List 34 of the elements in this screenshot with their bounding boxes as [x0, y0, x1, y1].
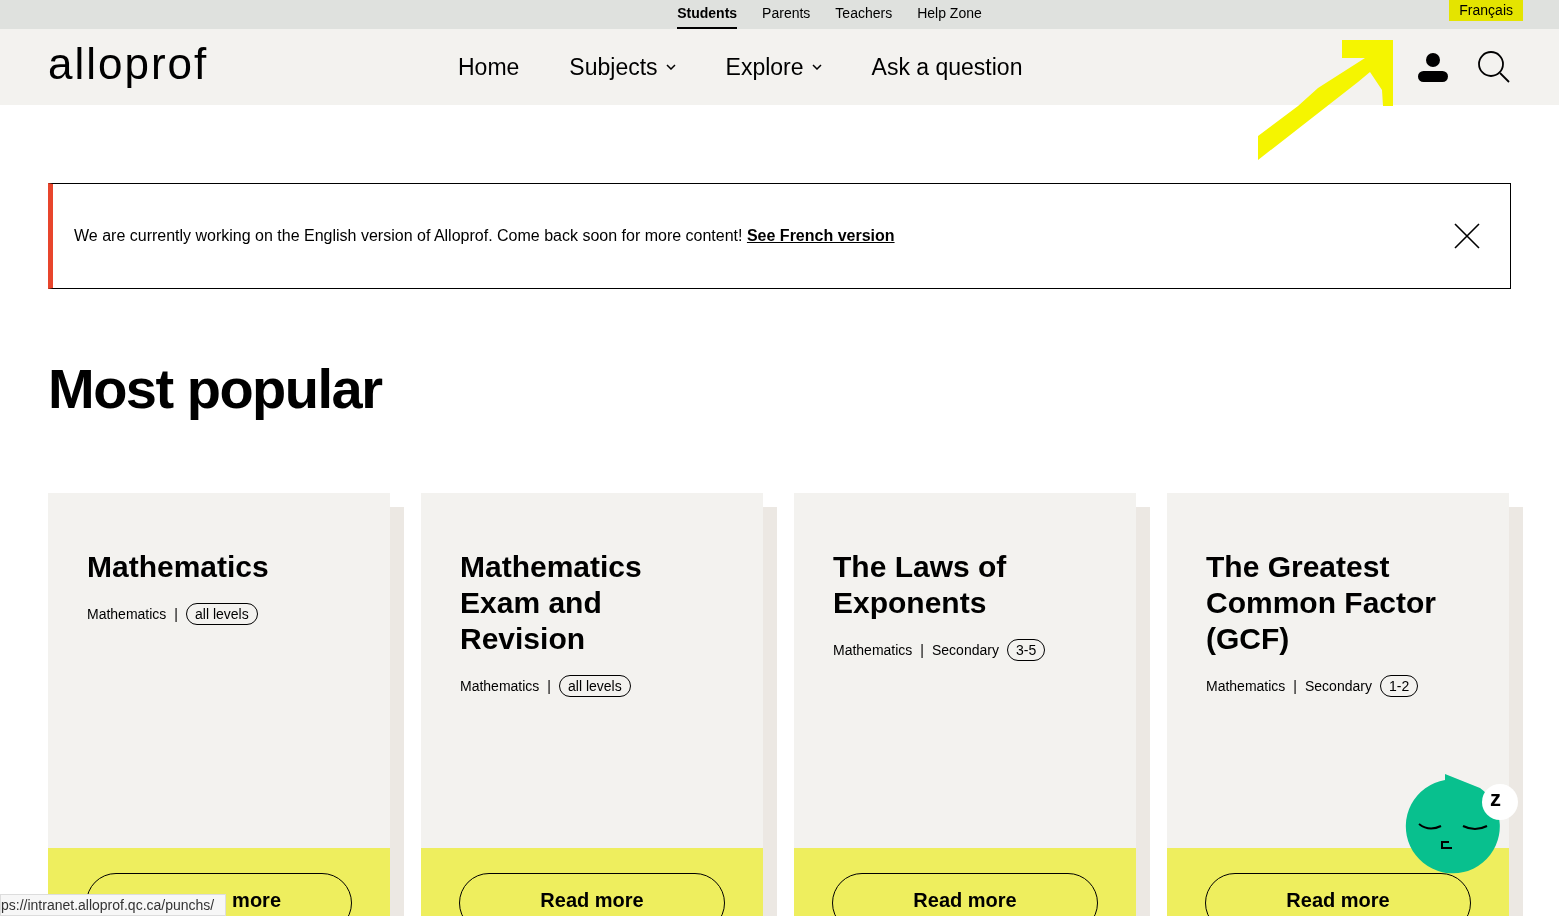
- separator: |: [547, 676, 551, 696]
- separator: |: [920, 640, 924, 660]
- card-title[interactable]: Mathematics Exam and Revision: [460, 549, 724, 657]
- level-label: Secondary: [1305, 676, 1372, 696]
- subject-label: Mathematics: [1206, 676, 1286, 696]
- separator: |: [1293, 676, 1297, 696]
- chevron-down-icon: [665, 64, 676, 70]
- read-more-button[interactable]: Read more: [832, 873, 1098, 916]
- card-title[interactable]: Mathematics: [87, 549, 351, 585]
- nav-link[interactable]: Subjects: [569, 49, 676, 85]
- audience-tab[interactable]: Help Zone: [917, 0, 982, 29]
- language-link[interactable]: Français: [1449, 0, 1523, 21]
- subject-label: Mathematics: [833, 640, 913, 660]
- nav-link[interactable]: Explore: [725, 49, 822, 85]
- subject-label: Mathematics: [460, 676, 540, 696]
- chevron-down-icon: [811, 64, 822, 70]
- level-label: Secondary: [932, 640, 999, 660]
- search-icon[interactable]: [1477, 50, 1511, 84]
- subject-label: Mathematics: [87, 604, 167, 624]
- card-title[interactable]: The Greatest Common Factor (GCF): [1206, 549, 1470, 657]
- audience-tab[interactable]: Parents: [762, 0, 811, 29]
- logo[interactable]: alloprof: [48, 42, 458, 92]
- user-icon[interactable]: [1417, 51, 1449, 83]
- french-version-link[interactable]: See French version: [746, 227, 895, 244]
- separator: |: [174, 604, 178, 624]
- sleep-badge-letter: z: [1490, 788, 1501, 810]
- mascot-drawing[interactable]: [1405, 772, 1519, 876]
- notice-text: We are currently working on the English version of Alloprof. Come back soon for more content! See French version: [74, 226, 896, 246]
- status-url-tooltip: ps://intranet.alloprof.qc.ca/punchs/: [0, 894, 226, 916]
- close-icon[interactable]: [1454, 223, 1480, 249]
- nav-link[interactable]: Home: [458, 49, 520, 85]
- audience-tab[interactable]: Teachers: [835, 0, 893, 29]
- nav-link[interactable]: Ask a question: [871, 49, 1023, 85]
- card-title[interactable]: The Laws of Exponents: [833, 549, 1097, 621]
